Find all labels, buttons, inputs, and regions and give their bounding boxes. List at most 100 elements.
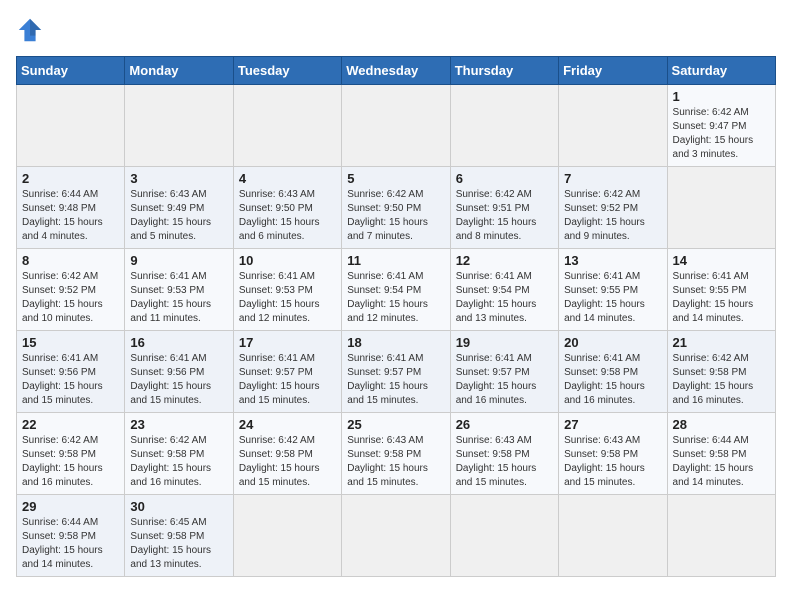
day-info: Sunrise: 6:43 AMSunset: 9:58 PMDaylight:… xyxy=(564,435,645,488)
day-cell: 23 Sunrise: 6:42 AMSunset: 9:58 PMDayligh… xyxy=(125,413,233,495)
day-info: Sunrise: 6:41 AMSunset: 9:53 PMDaylight:… xyxy=(130,271,211,324)
day-cell: 17Sunrise: 6:41 AMSunset: 9:57 PMDayligh… xyxy=(233,331,341,413)
calendar-header: SundayMondayTuesdayWednesdayThursdayFrid… xyxy=(17,57,776,85)
day-number: 5 xyxy=(347,171,444,186)
header-cell-thursday: Thursday xyxy=(450,57,558,85)
day-number: 24 xyxy=(239,417,336,432)
header-cell-wednesday: Wednesday xyxy=(342,57,450,85)
day-cell: 22 Sunrise: 6:42 AMSunset: 9:58 PMDayligh… xyxy=(17,413,125,495)
day-number: 18 xyxy=(347,335,444,350)
day-number: 15 xyxy=(22,335,119,350)
day-cell: 13Sunrise: 6:41 AMSunset: 9:55 PMDayligh… xyxy=(559,249,667,331)
week-row-4: 15 Sunrise: 6:41 AMSunset: 9:56 PMDayligh… xyxy=(17,331,776,413)
day-number: 27 xyxy=(564,417,661,432)
week-row-6: 29Sunrise: 6:44 AMSunset: 9:58 PMDayligh… xyxy=(17,495,776,577)
calendar-body: 1Sunrise: 6:42 AMSunset: 9:47 PMDaylight… xyxy=(17,85,776,577)
day-cell: 14Sunrise: 6:41 AMSunset: 9:55 PMDayligh… xyxy=(667,249,775,331)
header xyxy=(16,16,776,44)
day-info: Sunrise: 6:41 AMSunset: 9:56 PMDaylight:… xyxy=(22,353,103,406)
logo-icon xyxy=(16,16,44,44)
day-number: 9 xyxy=(130,253,227,268)
day-cell: 8Sunrise: 6:42 AMSunset: 9:52 PMDaylight… xyxy=(17,249,125,331)
day-number: 28 xyxy=(673,417,770,432)
day-cell: 1Sunrise: 6:42 AMSunset: 9:47 PMDaylight… xyxy=(667,85,775,167)
header-cell-sunday: Sunday xyxy=(17,57,125,85)
empty-day-cell xyxy=(233,85,341,167)
week-row-1: 1Sunrise: 6:42 AMSunset: 9:47 PMDaylight… xyxy=(17,85,776,167)
day-number: 2 xyxy=(22,171,119,186)
header-cell-tuesday: Tuesday xyxy=(233,57,341,85)
day-cell: 9 Sunrise: 6:41 AMSunset: 9:53 PMDaylight… xyxy=(125,249,233,331)
day-number: 13 xyxy=(564,253,661,268)
day-cell: 6 Sunrise: 6:42 AMSunset: 9:51 PMDaylight… xyxy=(450,167,558,249)
header-cell-friday: Friday xyxy=(559,57,667,85)
day-cell: 20 Sunrise: 6:41 AMSunset: 9:58 PMDayligh… xyxy=(559,331,667,413)
day-info: Sunrise: 6:41 AMSunset: 9:54 PMDaylight:… xyxy=(456,271,537,324)
day-number: 29 xyxy=(22,499,119,514)
day-info: Sunrise: 6:43 AMSunset: 9:49 PMDaylight:… xyxy=(130,189,211,242)
day-info: Sunrise: 6:41 AMSunset: 9:57 PMDaylight:… xyxy=(347,353,428,406)
day-info: Sunrise: 6:42 AMSunset: 9:52 PMDaylight:… xyxy=(564,189,645,242)
day-cell: 24 Sunrise: 6:42 AMSunset: 9:58 PMDayligh… xyxy=(233,413,341,495)
day-number: 4 xyxy=(239,171,336,186)
day-cell: 28 Sunrise: 6:44 AMSunset: 9:58 PMDayligh… xyxy=(667,413,775,495)
day-cell: 10 Sunrise: 6:41 AMSunset: 9:53 PMDayligh… xyxy=(233,249,341,331)
day-number: 10 xyxy=(239,253,336,268)
logo xyxy=(16,16,48,44)
day-info: Sunrise: 6:43 AMSunset: 9:58 PMDaylight:… xyxy=(456,435,537,488)
day-cell: 27 Sunrise: 6:43 AMSunset: 9:58 PMDayligh… xyxy=(559,413,667,495)
day-info: Sunrise: 6:45 AMSunset: 9:58 PMDaylight:… xyxy=(130,517,211,570)
day-cell: 29Sunrise: 6:44 AMSunset: 9:58 PMDayligh… xyxy=(17,495,125,577)
day-number: 11 xyxy=(347,253,444,268)
day-cell: 18 Sunrise: 6:41 AMSunset: 9:57 PMDayligh… xyxy=(342,331,450,413)
day-info: Sunrise: 6:42 AMSunset: 9:58 PMDaylight:… xyxy=(22,435,103,488)
day-number: 3 xyxy=(130,171,227,186)
day-number: 22 xyxy=(22,417,119,432)
day-info: Sunrise: 6:42 AMSunset: 9:50 PMDaylight:… xyxy=(347,189,428,242)
day-info: Sunrise: 6:44 AMSunset: 9:58 PMDaylight:… xyxy=(673,435,754,488)
day-number: 25 xyxy=(347,417,444,432)
day-info: Sunrise: 6:42 AMSunset: 9:58 PMDaylight:… xyxy=(673,353,754,406)
day-info: Sunrise: 6:41 AMSunset: 9:58 PMDaylight:… xyxy=(564,353,645,406)
week-row-2: 2 Sunrise: 6:44 AMSunset: 9:48 PMDaylight… xyxy=(17,167,776,249)
header-row: SundayMondayTuesdayWednesdayThursdayFrid… xyxy=(17,57,776,85)
day-cell: 12 Sunrise: 6:41 AMSunset: 9:54 PMDayligh… xyxy=(450,249,558,331)
header-cell-monday: Monday xyxy=(125,57,233,85)
day-info: Sunrise: 6:41 AMSunset: 9:56 PMDaylight:… xyxy=(130,353,211,406)
day-number: 21 xyxy=(673,335,770,350)
day-cell: 21 Sunrise: 6:42 AMSunset: 9:58 PMDayligh… xyxy=(667,331,775,413)
day-info: Sunrise: 6:43 AMSunset: 9:58 PMDaylight:… xyxy=(347,435,428,488)
day-cell: 4 Sunrise: 6:43 AMSunset: 9:50 PMDaylight… xyxy=(233,167,341,249)
day-info: Sunrise: 6:41 AMSunset: 9:57 PMDaylight:… xyxy=(239,353,320,406)
day-cell: 5 Sunrise: 6:42 AMSunset: 9:50 PMDaylight… xyxy=(342,167,450,249)
day-info: Sunrise: 6:41 AMSunset: 9:53 PMDaylight:… xyxy=(239,271,320,324)
empty-day-cell xyxy=(559,495,667,577)
day-info: Sunrise: 6:42 AMSunset: 9:51 PMDaylight:… xyxy=(456,189,537,242)
day-cell: 2 Sunrise: 6:44 AMSunset: 9:48 PMDaylight… xyxy=(17,167,125,249)
week-row-5: 22 Sunrise: 6:42 AMSunset: 9:58 PMDayligh… xyxy=(17,413,776,495)
day-cell: 7Sunrise: 6:42 AMSunset: 9:52 PMDaylight… xyxy=(559,167,667,249)
day-cell: 11Sunrise: 6:41 AMSunset: 9:54 PMDayligh… xyxy=(342,249,450,331)
empty-day-cell xyxy=(17,85,125,167)
empty-day-cell xyxy=(342,495,450,577)
day-info: Sunrise: 6:41 AMSunset: 9:55 PMDaylight:… xyxy=(673,271,754,324)
empty-day-cell xyxy=(450,85,558,167)
day-cell: 16Sunrise: 6:41 AMSunset: 9:56 PMDayligh… xyxy=(125,331,233,413)
empty-day-cell xyxy=(342,85,450,167)
day-info: Sunrise: 6:43 AMSunset: 9:50 PMDaylight:… xyxy=(239,189,320,242)
day-number: 30 xyxy=(130,499,227,514)
day-cell: 30 Sunrise: 6:45 AMSunset: 9:58 PMDayligh… xyxy=(125,495,233,577)
empty-day-cell xyxy=(667,167,775,249)
day-number: 23 xyxy=(130,417,227,432)
day-info: Sunrise: 6:42 AMSunset: 9:58 PMDaylight:… xyxy=(239,435,320,488)
day-number: 20 xyxy=(564,335,661,350)
day-number: 6 xyxy=(456,171,553,186)
day-info: Sunrise: 6:44 AMSunset: 9:48 PMDaylight:… xyxy=(22,189,103,242)
day-number: 12 xyxy=(456,253,553,268)
empty-day-cell xyxy=(559,85,667,167)
day-cell: 25 Sunrise: 6:43 AMSunset: 9:58 PMDayligh… xyxy=(342,413,450,495)
day-info: Sunrise: 6:42 AMSunset: 9:58 PMDaylight:… xyxy=(130,435,211,488)
empty-day-cell xyxy=(450,495,558,577)
day-cell: 19Sunrise: 6:41 AMSunset: 9:57 PMDayligh… xyxy=(450,331,558,413)
empty-day-cell xyxy=(233,495,341,577)
